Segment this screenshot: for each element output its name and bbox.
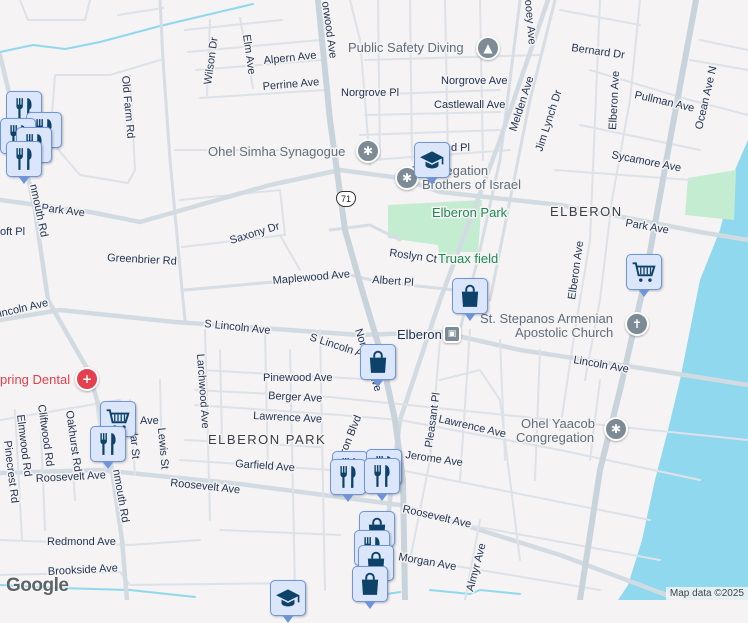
fork-knife-icon bbox=[335, 464, 361, 490]
street-label: Norgrove Pl bbox=[341, 87, 399, 99]
park-label-truax-field[interactable]: Truax field bbox=[437, 250, 500, 268]
poi-label-public-safety-diving[interactable]: Public Safety Diving bbox=[347, 39, 466, 57]
shopping-pin[interactable] bbox=[452, 278, 488, 321]
street-label: Pinewood Ave bbox=[263, 372, 333, 384]
graduation-cap-icon bbox=[419, 147, 445, 173]
shopping-cart-icon bbox=[631, 259, 657, 285]
area-label-elberon-park: ELBERON PARK bbox=[208, 432, 326, 447]
school-poi-icon[interactable]: ▲ bbox=[476, 36, 500, 60]
grocery-pin[interactable] bbox=[626, 254, 662, 297]
street-label: oft Pl bbox=[0, 226, 25, 238]
dental-medical-poi-icon[interactable]: + bbox=[75, 367, 99, 391]
area-label-elberon: ELBERON bbox=[550, 204, 623, 219]
school-pin[interactable] bbox=[414, 142, 450, 185]
synagogue-poi-icon[interactable]: ✱ bbox=[356, 139, 380, 163]
poi-label-st-stepanos[interactable]: St. Stepanos Armenian bbox=[479, 310, 615, 328]
shopping-pin[interactable] bbox=[360, 344, 396, 387]
map-canvas[interactable]: orwood Ave Alpern Ave Perrine Ave Norgro… bbox=[0, 0, 748, 600]
synagogue-poi-icon[interactable]: ✱ bbox=[604, 417, 628, 441]
station-label-elberon[interactable]: Elberon bbox=[396, 326, 444, 344]
poi-label-st-stepanos-2[interactable]: Apostolic Church bbox=[514, 324, 615, 342]
fork-knife-icon bbox=[95, 431, 121, 457]
map-attribution[interactable]: Map data ©2025 bbox=[665, 587, 748, 600]
restaurant-pin[interactable] bbox=[6, 141, 42, 184]
park-beach bbox=[685, 170, 736, 220]
street-label: Redmond Ave bbox=[47, 536, 116, 548]
school-pin[interactable] bbox=[270, 580, 306, 623]
street-label: Ave bbox=[140, 415, 159, 427]
fork-knife-icon bbox=[11, 146, 37, 172]
restaurant-pin[interactable] bbox=[90, 426, 126, 469]
shopping-bag-icon bbox=[357, 571, 383, 597]
shopping-pin[interactable] bbox=[352, 566, 388, 609]
street-label: d Pl bbox=[451, 142, 470, 154]
street-label: Norgrove Ave bbox=[441, 75, 507, 87]
poi-label-ohel-yaacob-2[interactable]: Congregation bbox=[515, 429, 596, 447]
shopping-bag-icon bbox=[365, 349, 391, 375]
restaurant-pin[interactable] bbox=[364, 458, 400, 501]
shopping-bag-icon bbox=[457, 283, 483, 309]
park-label-elberon-park[interactable]: Elberon Park bbox=[431, 204, 510, 222]
route-71-shield: 71 bbox=[336, 191, 356, 207]
google-logo: Google bbox=[6, 575, 69, 596]
poi-label-ohel-yaacob[interactable]: Ohel Yaacob bbox=[520, 415, 597, 433]
train-station-icon[interactable]: ▣ bbox=[443, 325, 461, 343]
poi-label-dental[interactable]: pring Dental bbox=[0, 371, 72, 389]
fork-knife-icon bbox=[369, 463, 395, 489]
poi-label-ohel-simha[interactable]: Ohel Simha Synagogue bbox=[207, 143, 347, 161]
graduation-cap-icon bbox=[275, 585, 301, 611]
restaurant-pin[interactable] bbox=[330, 459, 366, 502]
street-label: Castlewall Ave bbox=[434, 99, 505, 111]
church-cross-poi-icon[interactable]: ✝ bbox=[625, 312, 649, 336]
